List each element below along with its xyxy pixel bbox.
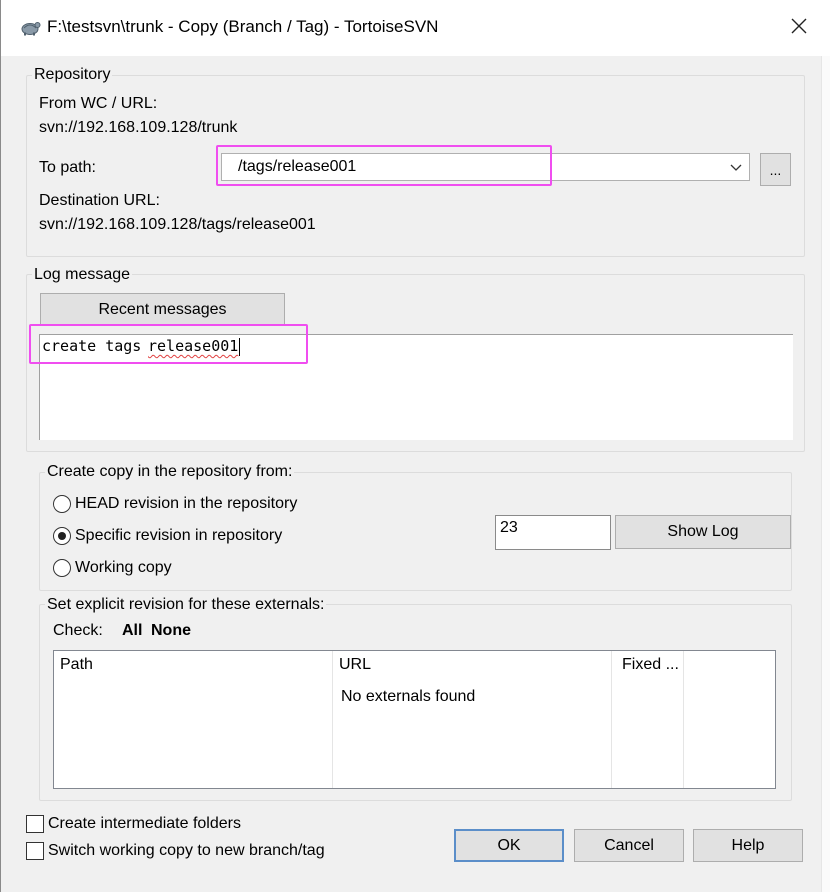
working-copy-label[interactable]: Working copy bbox=[75, 559, 172, 577]
externals-legend: Set explicit revision for these external… bbox=[45, 596, 327, 614]
copy-from-legend: Create copy in the repository from: bbox=[45, 463, 295, 481]
revision-input[interactable]: 23 bbox=[495, 515, 611, 550]
externals-list[interactable]: Path URL Fixed ... No externals found bbox=[53, 650, 776, 789]
close-icon[interactable] bbox=[787, 14, 811, 38]
column-header-path[interactable]: Path bbox=[60, 656, 93, 674]
switch-wc-checkbox[interactable] bbox=[26, 842, 44, 860]
log-message-misspelled-word: release001 bbox=[148, 337, 239, 355]
help-button[interactable]: Help bbox=[693, 829, 803, 862]
window-title: F:\testsvn\trunk - Copy (Branch / Tag) -… bbox=[47, 17, 439, 36]
check-label: Check: bbox=[53, 622, 103, 639]
copy-branch-tag-dialog: F:\testsvn\trunk - Copy (Branch / Tag) -… bbox=[0, 0, 830, 892]
head-revision-label[interactable]: HEAD revision in the repository bbox=[75, 495, 297, 513]
cancel-button[interactable]: Cancel bbox=[574, 829, 684, 862]
chevron-down-icon[interactable] bbox=[729, 160, 743, 174]
revision-value: 23 bbox=[500, 519, 518, 536]
check-all-link[interactable]: All bbox=[122, 622, 142, 640]
from-wc-url-label: From WC / URL: bbox=[39, 95, 158, 112]
log-message-legend: Log message bbox=[32, 266, 133, 284]
radio-specific-revision[interactable] bbox=[53, 527, 71, 545]
check-none-link[interactable]: None bbox=[151, 622, 191, 640]
text-cursor bbox=[239, 338, 240, 356]
to-path-label: To path: bbox=[39, 159, 96, 176]
background-window-edge bbox=[821, 56, 830, 892]
column-header-fixed[interactable]: Fixed ... bbox=[622, 656, 679, 674]
log-message-prefix: create tags bbox=[42, 337, 151, 355]
no-externals-text: No externals found bbox=[341, 688, 476, 705]
recent-messages-button[interactable]: Recent messages bbox=[40, 293, 285, 326]
create-intermediate-label[interactable]: Create intermediate folders bbox=[48, 815, 241, 833]
show-log-button[interactable]: Show Log bbox=[615, 515, 791, 549]
destination-url-label: Destination URL: bbox=[39, 192, 160, 209]
destination-url-value: svn://192.168.109.128/tags/release001 bbox=[39, 216, 316, 233]
column-separator bbox=[332, 651, 333, 788]
to-path-value: /tags/release001 bbox=[238, 158, 357, 175]
create-intermediate-checkbox[interactable] bbox=[26, 815, 44, 833]
radio-working-copy[interactable] bbox=[53, 559, 71, 577]
from-wc-url-value: svn://192.168.109.128/trunk bbox=[39, 119, 238, 136]
browse-button[interactable]: ... bbox=[760, 153, 791, 186]
column-separator bbox=[683, 651, 684, 788]
radio-head-revision[interactable] bbox=[53, 495, 71, 513]
ok-button[interactable]: OK bbox=[454, 829, 564, 862]
tortoisesvn-icon bbox=[21, 22, 41, 36]
switch-wc-label[interactable]: Switch working copy to new branch/tag bbox=[48, 842, 325, 860]
repository-legend: Repository bbox=[32, 66, 113, 84]
column-header-url[interactable]: URL bbox=[339, 656, 371, 674]
log-message-textarea[interactable]: create tags release001 bbox=[39, 334, 793, 440]
specific-revision-label[interactable]: Specific revision in repository bbox=[75, 527, 282, 545]
column-separator bbox=[611, 651, 612, 788]
to-path-combo[interactable]: /tags/release001 bbox=[221, 153, 750, 181]
title-bar: F:\testsvn\trunk - Copy (Branch / Tag) -… bbox=[1, 0, 830, 56]
